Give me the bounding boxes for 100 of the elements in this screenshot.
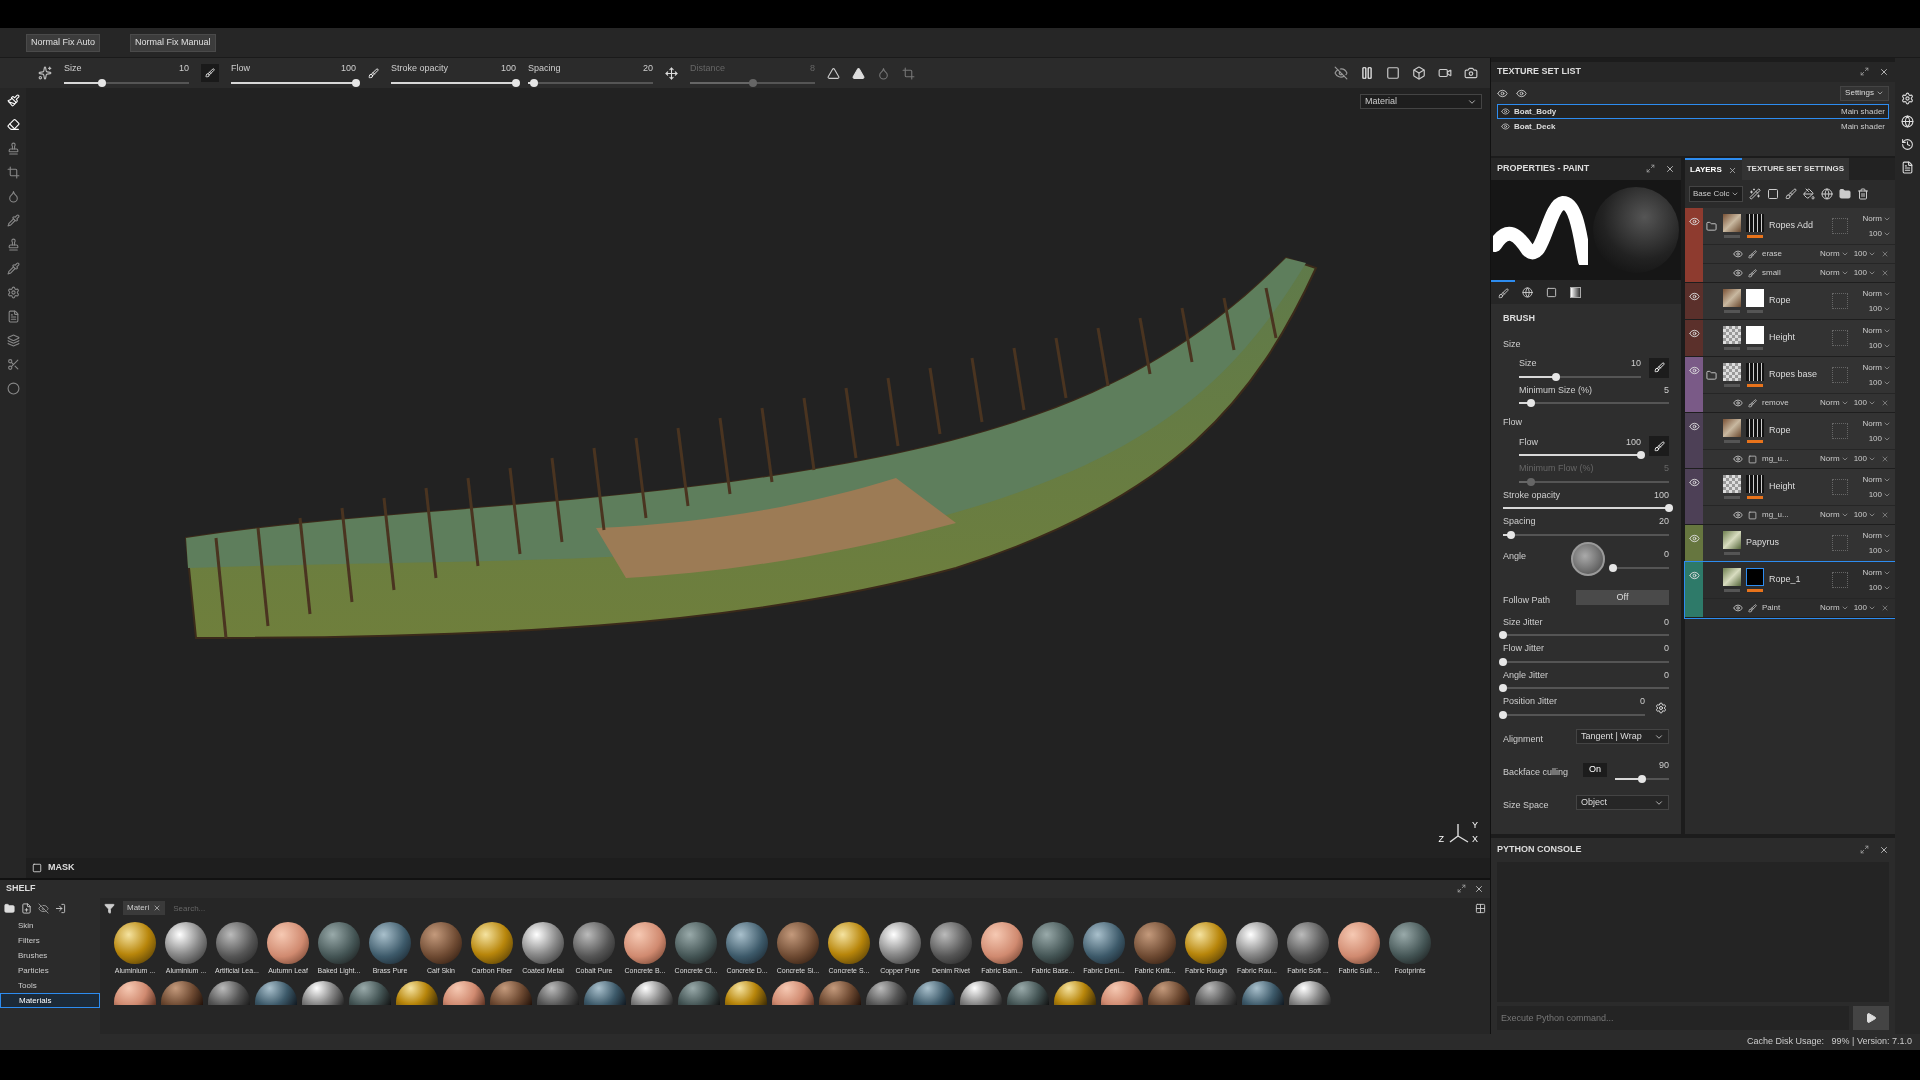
folder-icon[interactable]: [4, 902, 15, 914]
opacity-dropdown[interactable]: 100: [1853, 509, 1876, 521]
blend-mode-dropdown[interactable]: Norm: [1862, 417, 1891, 430]
trash-icon[interactable]: [1857, 188, 1870, 200]
panel-tab[interactable]: TEXTURE SET SETTINGS: [1741, 158, 1850, 180]
backface-toggle[interactable]: On: [1583, 762, 1607, 777]
visibility-icon[interactable]: [1688, 291, 1700, 302]
opacity-dropdown[interactable]: 100: [1853, 602, 1876, 614]
channel-dropdown[interactable]: Material: [1360, 94, 1482, 109]
opacity-dropdown[interactable]: 100: [1868, 302, 1891, 315]
import-icon[interactable]: [55, 902, 66, 914]
slider-thumb[interactable]: [512, 78, 520, 87]
opacity-dropdown[interactable]: 100: [1868, 581, 1891, 594]
blend-mode-dropdown[interactable]: Norm: [1862, 324, 1891, 337]
blend-mode-dropdown[interactable]: Norm: [1820, 509, 1849, 521]
slider-track[interactable]: [1503, 533, 1669, 536]
opacity-dropdown[interactable]: 100: [1853, 267, 1876, 279]
history-icon[interactable]: [1901, 138, 1914, 151]
opacity-dropdown[interactable]: 100: [1868, 432, 1891, 445]
hide-icon[interactable]: [1334, 66, 1348, 80]
droplet-icon[interactable]: [6, 190, 20, 203]
blend-mode-dropdown[interactable]: Norm: [1862, 473, 1891, 486]
visibility-icon[interactable]: [1733, 398, 1743, 408]
blend-mode-dropdown[interactable]: Norm: [1862, 212, 1891, 225]
visibility-icon[interactable]: [1733, 510, 1743, 520]
layer-row[interactable]: Ropes base Norm 100 remove Norm 100: [1685, 357, 1895, 413]
layer-mask[interactable]: [1746, 214, 1764, 232]
blend-mode-dropdown[interactable]: Norm: [1820, 397, 1849, 409]
blend-mode-dropdown[interactable]: Norm: [1820, 453, 1849, 465]
opacity-dropdown[interactable]: 100: [1868, 376, 1891, 389]
shelf-category[interactable]: Tools: [0, 978, 100, 993]
slider-track[interactable]: [1519, 480, 1669, 483]
paint-bucket-icon[interactable]: [1803, 188, 1816, 200]
visibility-icon[interactable]: [1497, 87, 1508, 99]
shelf-category[interactable]: Brushes: [0, 948, 100, 963]
globe-icon[interactable]: [1901, 115, 1914, 128]
shelf-category[interactable]: Materials: [0, 993, 100, 1008]
layer-row[interactable]: Ropes Add Norm 100 erase Norm 100 small Norm 100: [1685, 208, 1895, 283]
normal-fix-button[interactable]: Normal Fix Manual: [130, 33, 216, 52]
blend-mode-dropdown[interactable]: Norm: [1862, 566, 1891, 579]
slider-thumb[interactable]: [97, 78, 106, 87]
layer-name[interactable]: Height: [1769, 480, 1827, 494]
opacity-dropdown[interactable]: 100: [1853, 397, 1876, 409]
hide-icon[interactable]: [38, 902, 49, 914]
close-icon[interactable]: [1881, 604, 1889, 612]
shelf-category[interactable]: Filters: [0, 933, 100, 948]
layer-mask[interactable]: [1746, 363, 1764, 381]
log-icon[interactable]: [1901, 161, 1914, 174]
new-file-icon[interactable]: [21, 902, 32, 914]
run-button[interactable]: [1853, 1006, 1889, 1030]
effect-name[interactable]: mg_u...: [1762, 453, 1816, 465]
follow-path-toggle[interactable]: Off: [1576, 590, 1669, 605]
visibility-icon[interactable]: [1688, 477, 1700, 488]
scissors-icon[interactable]: [6, 358, 20, 371]
cube-icon[interactable]: [1412, 66, 1426, 80]
opacity-dropdown[interactable]: 100: [1853, 453, 1876, 465]
layer-row[interactable]: Rope Norm 100 mg_u... Norm 100: [1685, 413, 1895, 469]
blend-mode-dropdown[interactable]: Norm: [1820, 248, 1849, 260]
visibility-icon[interactable]: [1688, 421, 1700, 432]
crop-icon[interactable]: [902, 66, 915, 80]
blend-mode-dropdown[interactable]: Norm: [1862, 287, 1891, 300]
eraser-icon[interactable]: [6, 118, 20, 131]
slider-thumb[interactable]: [1499, 710, 1507, 719]
undock-icon[interactable]: [1457, 884, 1466, 893]
channel-dropdown[interactable]: Base Colc: [1689, 186, 1744, 202]
layer-row[interactable]: Rope_1 Norm 100 Paint Norm 100: [1685, 562, 1895, 618]
layer-name[interactable]: Rope: [1769, 424, 1827, 438]
texture-set-item[interactable]: Boat_Body Main shader: [1497, 104, 1889, 119]
settings-icon[interactable]: [6, 286, 20, 299]
opacity-dropdown[interactable]: 100: [1868, 227, 1891, 240]
viewport[interactable]: Material Z Y X: [26, 88, 1490, 858]
slider-thumb[interactable]: [1499, 631, 1507, 639]
visibility-icon[interactable]: [1733, 249, 1743, 259]
document-icon[interactable]: [6, 310, 20, 323]
slider-thumb[interactable]: [1507, 530, 1516, 539]
blend-mode-dropdown[interactable]: Norm: [1862, 529, 1891, 542]
slider-track[interactable]: [64, 81, 189, 84]
close-icon[interactable]: [1879, 67, 1889, 77]
python-command-field[interactable]: Execute Python command...: [1497, 1006, 1849, 1030]
brush-shape-icon[interactable]: [38, 66, 52, 80]
magic-wand-icon[interactable]: [1749, 188, 1762, 200]
close-icon[interactable]: [1727, 165, 1737, 175]
layer-row[interactable]: Papyrus Norm 100: [1685, 525, 1895, 562]
visibility-icon[interactable]: [1688, 216, 1700, 227]
undock-icon[interactable]: [1860, 67, 1869, 76]
effect-name[interactable]: mg_u...: [1762, 509, 1816, 521]
layer-row[interactable]: Height Norm 100 mg_u... Norm 100: [1685, 469, 1895, 525]
opacity-dropdown[interactable]: 100: [1868, 339, 1891, 352]
effect-name[interactable]: remove: [1762, 397, 1816, 409]
opacity-dropdown[interactable]: 100: [1868, 544, 1891, 557]
visibility-icon[interactable]: [1688, 365, 1700, 376]
slider-track[interactable]: [1519, 375, 1641, 378]
camera-icon[interactable]: [1464, 66, 1478, 80]
close-icon[interactable]: [1474, 884, 1484, 894]
slider-thumb[interactable]: [1665, 504, 1673, 512]
layer-name[interactable]: Rope_1: [1769, 573, 1827, 587]
layer-mask[interactable]: [1746, 568, 1764, 586]
layer-row[interactable]: Height Norm 100: [1685, 320, 1895, 357]
visibility-icon[interactable]: [1733, 454, 1743, 464]
grid-view-icon[interactable]: [1475, 902, 1486, 914]
